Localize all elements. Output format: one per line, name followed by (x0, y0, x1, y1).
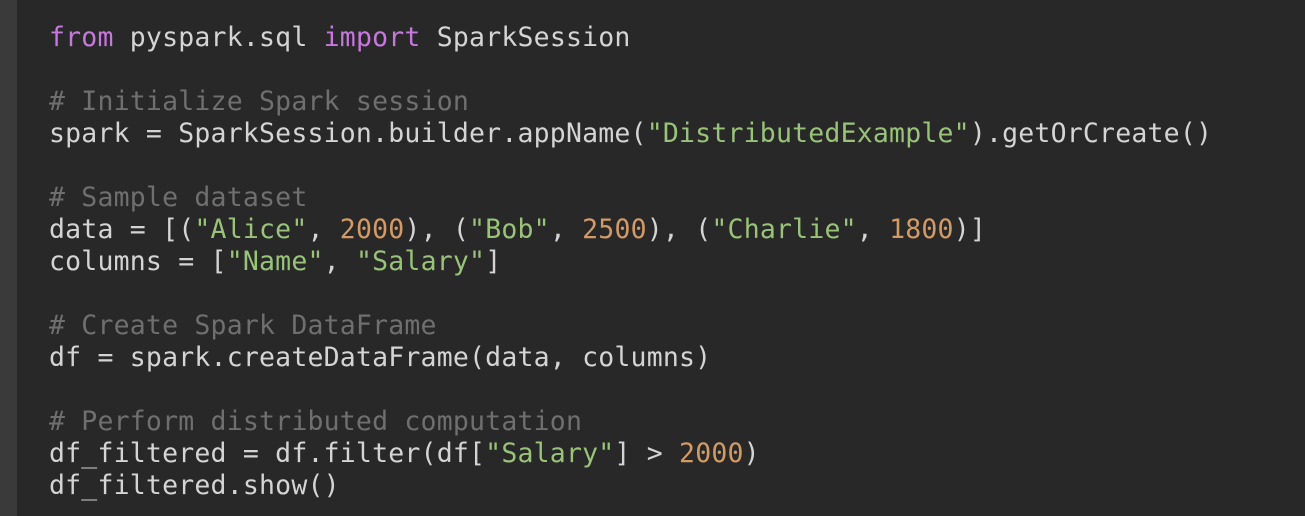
text-token: ] > (614, 438, 680, 469)
text-token: ), ( (404, 214, 470, 245)
text-token: , (323, 246, 356, 277)
code-line[interactable] (49, 54, 1212, 86)
text-token: data = [( (49, 214, 195, 245)
text-token: ] (485, 246, 502, 277)
code-line[interactable]: # Create Spark DataFrame (49, 310, 1212, 342)
comment-token: # Create Spark DataFrame (49, 310, 437, 341)
text-token: , (307, 214, 340, 245)
text-token: ), ( (646, 214, 712, 245)
number-token: 2500 (582, 214, 647, 245)
code-line[interactable]: df = spark.createDataFrame(data, columns… (49, 342, 1212, 374)
string-token: "DistributedExample" (646, 118, 970, 149)
code-line[interactable]: # Initialize Spark session (49, 86, 1212, 118)
comment-token: # Initialize Spark session (49, 86, 470, 117)
text-token: df_filtered.show() (49, 470, 340, 501)
comment-token: # Sample dataset (49, 182, 308, 213)
text-token: df_filtered = df.filter(df[ (49, 438, 486, 469)
code-line[interactable]: # Perform distributed computation (49, 406, 1212, 438)
text-token: columns = [ (49, 246, 227, 277)
number-token: 2000 (679, 438, 744, 469)
text-token: ).getOrCreate() (969, 118, 1213, 149)
string-token: "Name" (226, 246, 324, 277)
code-line[interactable]: columns = ["Name", "Salary"] (49, 246, 1212, 278)
code-line[interactable] (49, 150, 1212, 182)
text-token: spark = SparkSession.builder.appName( (49, 118, 647, 149)
text-token: , (549, 214, 583, 245)
code-line[interactable] (49, 278, 1212, 310)
text-token: )] (953, 214, 987, 245)
keyword-token: from (49, 22, 114, 53)
code-line[interactable] (49, 374, 1212, 406)
code-line[interactable]: from pyspark.sql import SparkSession (49, 22, 1212, 54)
string-token: "Salary" (355, 246, 486, 277)
string-token: "Alice" (194, 214, 308, 245)
text-token: , (856, 214, 890, 245)
string-token: "Charlie" (711, 214, 857, 245)
code-block[interactable]: from pyspark.sql import SparkSession # In… (49, 22, 1212, 502)
comment-token: # Perform distributed computation (49, 406, 583, 437)
code-line[interactable]: spark = SparkSession.builder.appName("Di… (49, 118, 1212, 150)
string-token: "Salary" (485, 438, 615, 469)
text-token: pyspark.sql (113, 22, 324, 53)
editor-gutter (0, 0, 17, 516)
code-line[interactable]: data = [("Alice", 2000), ("Bob", 2500), … (49, 214, 1212, 246)
text-token: ) (743, 438, 760, 469)
keyword-token: import (323, 22, 421, 53)
code-line[interactable]: # Sample dataset (49, 182, 1212, 214)
text-token: df = spark.createDataFrame(data, columns… (49, 342, 712, 373)
code-line[interactable]: df_filtered.show() (49, 470, 1212, 502)
number-token: 2000 (339, 214, 405, 245)
string-token: "Bob" (469, 214, 550, 245)
code-line[interactable]: df_filtered = df.filter(df["Salary"] > 2… (49, 438, 1212, 470)
number-token: 1800 (889, 214, 954, 245)
text-token: SparkSession (420, 22, 631, 53)
code-editor[interactable]: from pyspark.sql import SparkSession # In… (0, 0, 1305, 516)
